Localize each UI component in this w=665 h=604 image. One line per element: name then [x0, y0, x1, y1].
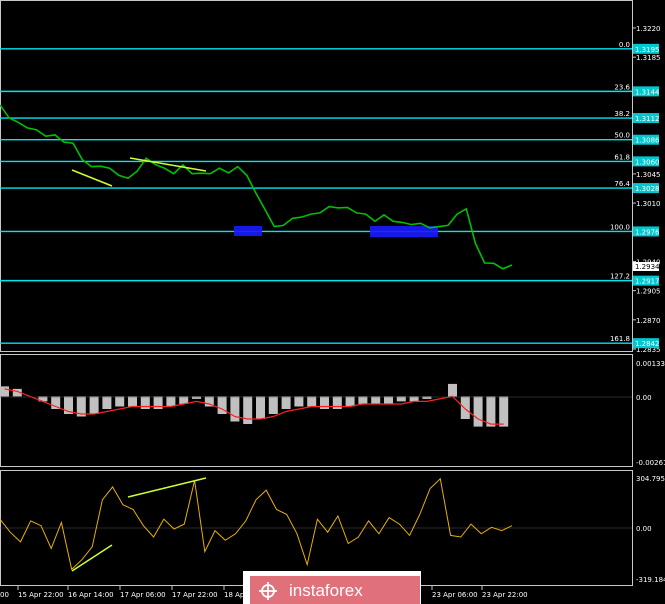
macd-bar: [384, 396, 393, 404]
macd-axis-top: 0.00133: [636, 360, 665, 368]
instaforex-watermark: instaforex: [243, 571, 421, 604]
fibonacci-levels: 0.0 1.3195 23.6 1.3144 38.2 1.3112 50.0 1.3086 6…: [0, 41, 660, 349]
price-tick-label: 1.3010: [636, 200, 661, 208]
macd-bar: [294, 396, 304, 407]
fib-level-percent: 61.8: [614, 153, 630, 161]
cci-axis-mid: 0.00: [636, 525, 652, 533]
fib-level-percent: 100.0: [610, 223, 630, 231]
watermark-text: instaforex: [289, 581, 363, 600]
macd-bar: [89, 396, 99, 414]
fib-price-tag: 1.3086: [635, 137, 660, 145]
time-label: 16 Apr 14:00: [68, 591, 114, 599]
macd-bar: [115, 396, 125, 407]
fib-level-percent: 0.0: [619, 41, 630, 49]
fib-level-percent: 76.4: [614, 180, 630, 188]
macd-bar: [243, 396, 253, 424]
fib-price-tag: 1.3028: [635, 185, 660, 193]
fib-price-tag: 1.3195: [635, 46, 660, 54]
macd-bar: [473, 396, 483, 427]
price-tick-label: 1.3185: [636, 54, 661, 62]
fib-level-percent: 38.2: [614, 110, 630, 118]
time-label: 17 Apr 22:00: [172, 591, 218, 599]
macd-bar: [486, 396, 496, 427]
macd-bar: [128, 396, 137, 407]
macd-bar: [371, 396, 381, 404]
current-price-label: 1.2934: [635, 263, 660, 271]
macd-bar: [140, 396, 150, 409]
time-label: 00: [0, 591, 9, 599]
price-tick-label: 1.3220: [636, 25, 661, 33]
time-label: 15 Apr 22:00: [18, 591, 64, 599]
fib-price-tag: 1.2976: [635, 228, 660, 236]
macd-bar: [166, 396, 176, 407]
time-label: 23 Apr 06:00: [432, 591, 478, 599]
fib-price-tag: 1.3144: [635, 88, 660, 96]
trading-chart[interactable]: 1.32201.31851.30451.30101.29401.29051.28…: [0, 0, 665, 604]
macd-bar: [448, 383, 457, 397]
macd-histogram: [0, 383, 509, 427]
time-label: 23 Apr 22:00: [482, 591, 528, 599]
cci-divergence-line-1: [71, 544, 113, 572]
macd-bar: [102, 396, 112, 409]
macd-bar: [0, 386, 9, 397]
macd-bar: [230, 396, 240, 422]
price-panel-border: [0, 0, 633, 352]
price-tick-label: 1.2905: [636, 288, 661, 296]
macd-bar: [320, 396, 329, 409]
macd-bar: [153, 396, 163, 409]
current-price-tag: 1.2934: [633, 262, 660, 271]
cci-line: [0, 477, 513, 571]
fib-level-percent: 23.6: [614, 83, 630, 91]
time-label: 17 Apr 06:00: [120, 591, 166, 599]
fib-level-percent: 50.0: [614, 132, 630, 140]
fib-price-tag: 1.3112: [635, 115, 660, 123]
macd-bar: [460, 396, 470, 419]
fib-level-percent: 161.8: [610, 335, 630, 343]
macd-bar: [499, 396, 509, 427]
macd-axis-bottom: -0.00261: [636, 459, 665, 467]
price-series-line: [0, 104, 513, 270]
macd-bar: [256, 396, 265, 419]
macd-bar: [281, 396, 291, 409]
macd-bar: [268, 396, 278, 414]
cci-axis-bottom: -319.1849: [636, 576, 665, 584]
panel-borders: [0, 0, 633, 586]
macd-bar: [307, 396, 317, 407]
price-divergence-line-1: [71, 169, 113, 187]
macd-axis-mid: 0.00: [636, 394, 652, 402]
cci-axis-top: 304.7958: [636, 475, 665, 483]
macd-bar: [358, 396, 368, 404]
fib-level-percent: 127.2: [610, 273, 630, 281]
price-tick-label: 1.2870: [636, 317, 661, 325]
fib-price-tag: 1.2917: [635, 278, 660, 286]
fib-price-tag: 1.2842: [635, 340, 660, 348]
price-tick-label: 1.3045: [636, 171, 661, 179]
cci-divergence-line-2: [127, 477, 207, 498]
fib-price-tag: 1.3060: [635, 158, 660, 166]
support-highlight-left: [234, 226, 262, 236]
macd-bar: [345, 396, 355, 407]
macd-bar: [332, 396, 342, 409]
